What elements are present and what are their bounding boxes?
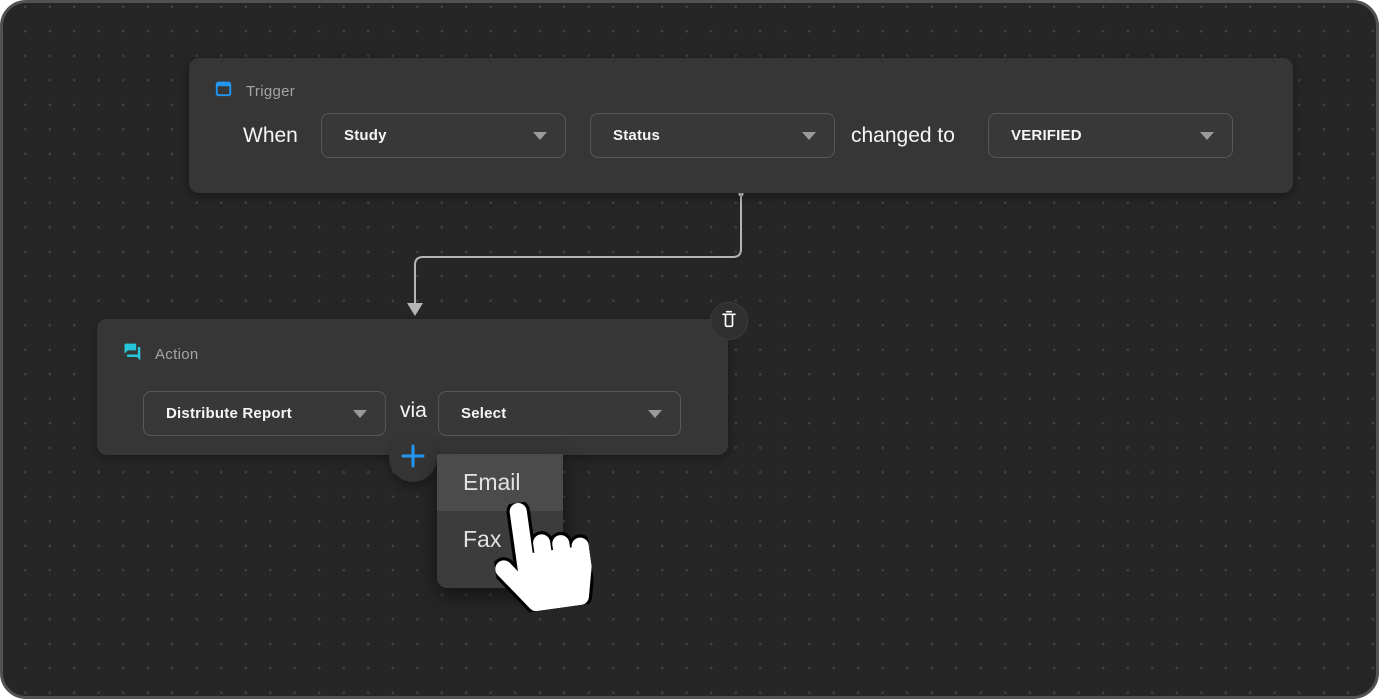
menu-item-fax[interactable]: Fax: [437, 511, 563, 568]
delete-action-button[interactable]: [710, 302, 748, 340]
plus-icon: [400, 443, 426, 474]
event-value-dropdown[interactable]: VERIFIED: [988, 113, 1233, 158]
menu-item-email[interactable]: Email: [437, 454, 563, 511]
chevron-down-icon: [802, 132, 816, 140]
channel-options-menu: Email Fax: [437, 454, 563, 588]
forum-chat-icon: [122, 342, 142, 367]
calendar-icon: [214, 79, 233, 103]
action-type-dropdown[interactable]: Distribute Report: [143, 391, 386, 436]
chevron-down-icon: [648, 410, 662, 418]
event-source-dropdown[interactable]: Study: [321, 113, 566, 158]
channel-dropdown[interactable]: Select: [438, 391, 681, 436]
when-label: When: [243, 124, 298, 148]
event-source-value: Study: [344, 127, 533, 144]
chevron-down-icon: [353, 410, 367, 418]
trigger-title: Trigger: [246, 83, 295, 100]
action-type-value: Distribute Report: [166, 405, 353, 422]
action-header: Action: [122, 342, 199, 367]
via-label: via: [400, 399, 427, 423]
event-value-value: VERIFIED: [1011, 127, 1200, 144]
channel-value: Select: [461, 405, 648, 422]
workflow-canvas[interactable]: Trigger When Study Status changed to VER…: [0, 0, 1379, 699]
trigger-node: Trigger When Study Status changed to VER…: [189, 58, 1293, 193]
event-field-value: Status: [613, 127, 802, 144]
chevron-down-icon: [533, 132, 547, 140]
action-title: Action: [155, 346, 199, 363]
event-field-dropdown[interactable]: Status: [590, 113, 835, 158]
trigger-header: Trigger: [214, 79, 295, 103]
changed-to-label: changed to: [851, 124, 955, 148]
trash-icon: [719, 309, 739, 334]
chevron-down-icon: [1200, 132, 1214, 140]
add-step-button[interactable]: [389, 434, 437, 482]
